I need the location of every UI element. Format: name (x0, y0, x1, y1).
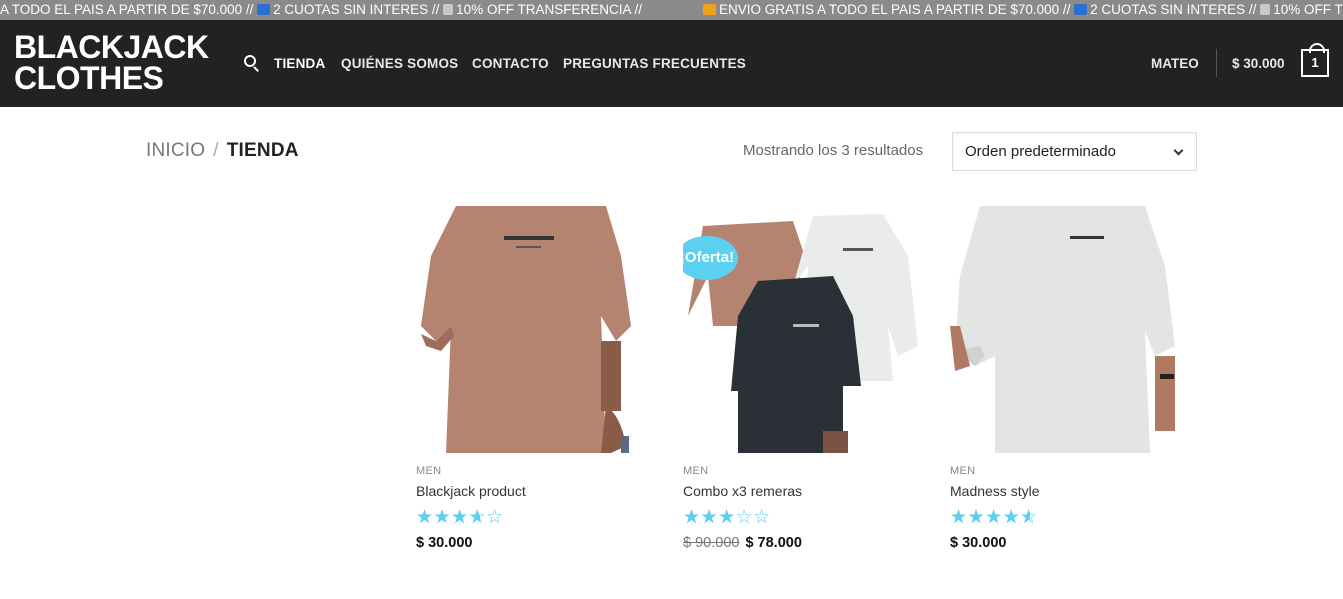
bus-icon (1074, 4, 1088, 15)
product-name[interactable]: Blackjack product (416, 483, 663, 499)
nav-contacto[interactable]: CONTACTO (472, 20, 549, 107)
product-name[interactable]: Madness style (950, 483, 1197, 499)
star-rating: ☆☆☆☆☆ ★★★★★ (416, 508, 663, 527)
star-rating: ☆☆☆☆☆ ★★★★★ (950, 508, 1197, 527)
chevron-down-icon (1173, 145, 1184, 156)
cart-count: 1 (1311, 55, 1319, 70)
search-icon[interactable] (244, 55, 260, 72)
star-filled-icon: ★★★★★ (950, 509, 1030, 527)
bus-icon (257, 4, 271, 15)
product-name[interactable]: Combo x3 remeras (683, 483, 930, 499)
breadcrumb-separator: / (213, 140, 219, 161)
breadcrumb-current: TIENDA (226, 140, 299, 161)
nav-quienes-somos[interactable]: QUIÉNES SOMOS (341, 20, 458, 107)
cart-total[interactable]: $ 30.000 (1232, 20, 1285, 107)
product-price: $ 30.000 (950, 535, 1197, 551)
results-count: Mostrando los 3 resultados (743, 142, 924, 159)
product-category[interactable]: MEN (950, 465, 1197, 477)
nav-preguntas-frecuentes[interactable]: PREGUNTAS FRECUENTES (563, 20, 746, 107)
announcement-envio-text: A TODO EL PAIS A PARTIR DE $70.000 // (0, 2, 258, 17)
product-image[interactable] (950, 206, 1197, 453)
shirt-image (416, 206, 663, 453)
account-link[interactable]: MATEO (1151, 20, 1199, 107)
product-card: MEN Blackjack product ☆☆☆☆☆ ★★★★★ $ 30.0… (416, 206, 663, 551)
product-price: $ 90.000 $ 78.000 (683, 535, 930, 551)
nav-tienda[interactable]: TIENDA (274, 20, 325, 107)
announcement-transfer-text: 10% OFF TRANSFERENCIA // (456, 2, 642, 17)
product-category[interactable]: MEN (416, 465, 663, 477)
product-category[interactable]: MEN (683, 465, 930, 477)
product-card: MEN Madness style ☆☆☆☆☆ ★★★★★ $ 30.000 (950, 206, 1197, 551)
logo-line-2: CLOTHES (14, 60, 164, 96)
product-price: $ 30.000 (416, 535, 663, 551)
announcement-envio-text: ENVIO GRATIS A TODO EL PAIS A PARTIR DE … (719, 2, 1075, 17)
star-filled-icon: ★★★★★ (416, 509, 480, 527)
announcement-bar: A TODO EL PAIS A PARTIR DE $70.000 // 2 … (0, 0, 1343, 20)
lock-icon (1260, 4, 1271, 15)
price-old: $ 90.000 (683, 535, 740, 551)
price-current: $ 30.000 (950, 535, 1007, 551)
site-header: BLACKJACK CLOTHES TIENDA QUIÉNES SOMOS C… (0, 20, 1343, 107)
logo-line-1: BLACKJACK (14, 29, 209, 65)
star-rating: ☆☆☆☆☆ ★★★★★ (683, 508, 930, 527)
announcement-cuotas-text: 2 CUOTAS SIN INTERES // (1090, 2, 1261, 17)
announcement-segment: A TODO EL PAIS A PARTIR DE $70.000 // 2 … (0, 0, 642, 20)
cart-icon[interactable]: 1 (1301, 43, 1329, 77)
product-image[interactable]: ¡Oferta! (683, 206, 930, 453)
price-current: $ 78.000 (745, 535, 802, 551)
sort-selected-value: Orden predeterminado (965, 143, 1116, 160)
price-current: $ 30.000 (416, 535, 473, 551)
site-logo[interactable]: BLACKJACK CLOTHES (14, 29, 209, 96)
announcement-transfer-text: 10% OFF TRANSF (1273, 2, 1343, 17)
star-filled-icon: ★★★★★ (683, 509, 739, 527)
breadcrumb: INICIO / TIENDA (146, 140, 299, 162)
header-divider (1216, 49, 1217, 77)
sort-select[interactable]: Orden predeterminado (952, 132, 1197, 171)
shirt-image (950, 206, 1197, 453)
product-image[interactable] (416, 206, 663, 453)
product-card: ¡Oferta! MEN Combo x3 remeras ☆☆☆☆☆ ★★★★… (683, 206, 930, 551)
announcement-cuotas-text: 2 CUOTAS SIN INTERES // (273, 2, 444, 17)
breadcrumb-home[interactable]: INICIO (146, 140, 205, 161)
truck-icon (703, 4, 716, 15)
lock-icon (443, 4, 454, 15)
announcement-segment: ENVIO GRATIS A TODO EL PAIS A PARTIR DE … (703, 0, 1343, 20)
